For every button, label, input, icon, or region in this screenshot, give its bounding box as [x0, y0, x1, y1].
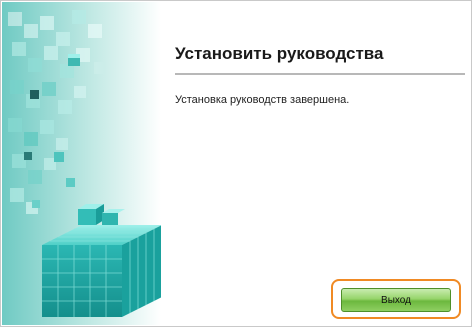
dialog-title: Установить руководства: [175, 44, 384, 63]
decorative-cube-artwork: [2, 2, 161, 325]
cube-art-graphic: [2, 2, 161, 325]
title-divider: [175, 73, 465, 75]
completion-message: Установка руководств завершена.: [175, 94, 350, 106]
installer-dialog: Установить руководства Установка руковод…: [0, 0, 472, 327]
exit-button[interactable]: Выход: [341, 288, 451, 312]
dialog-content: Установить руководства Установка руковод…: [161, 1, 471, 326]
